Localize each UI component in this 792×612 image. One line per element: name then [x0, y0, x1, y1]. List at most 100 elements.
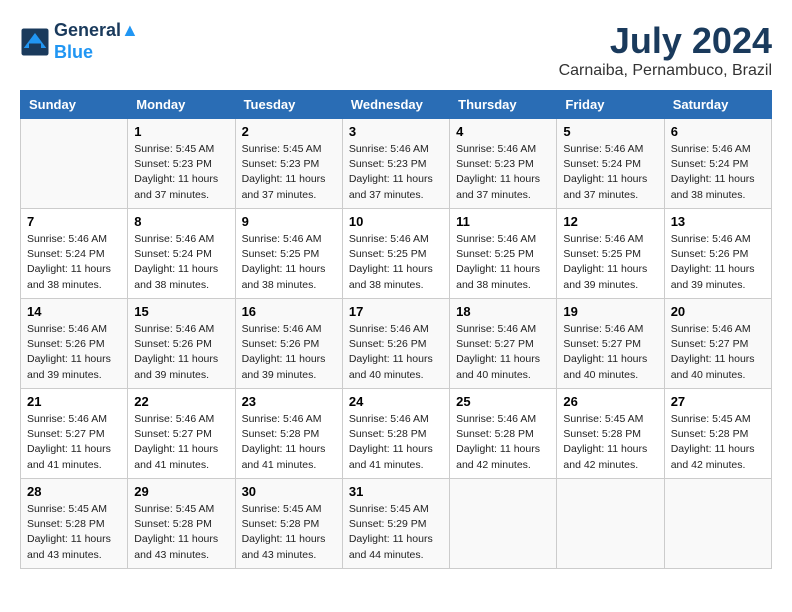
day-number: 21 — [27, 394, 121, 409]
cell-info: Sunrise: 5:46 AMSunset: 5:25 PMDaylight:… — [349, 232, 443, 293]
calendar-header-row: SundayMondayTuesdayWednesdayThursdayFrid… — [21, 91, 772, 119]
day-number: 9 — [242, 214, 336, 229]
calendar-cell: 17 Sunrise: 5:46 AMSunset: 5:26 PMDayligh… — [342, 299, 449, 389]
cell-info: Sunrise: 5:45 AMSunset: 5:28 PMDaylight:… — [242, 502, 336, 563]
calendar-cell: 25 Sunrise: 5:46 AMSunset: 5:28 PMDayligh… — [450, 389, 557, 479]
calendar-week-4: 21 Sunrise: 5:46 AMSunset: 5:27 PMDayligh… — [21, 389, 772, 479]
day-number: 2 — [242, 124, 336, 139]
calendar-cell: 3 Sunrise: 5:46 AMSunset: 5:23 PMDaylight… — [342, 119, 449, 209]
cell-info: Sunrise: 5:45 AMSunset: 5:28 PMDaylight:… — [134, 502, 228, 563]
calendar-cell: 30 Sunrise: 5:45 AMSunset: 5:28 PMDayligh… — [235, 479, 342, 569]
day-number: 7 — [27, 214, 121, 229]
calendar-cell: 14 Sunrise: 5:46 AMSunset: 5:26 PMDayligh… — [21, 299, 128, 389]
calendar-cell — [21, 119, 128, 209]
logo: General▲ Blue — [20, 20, 139, 63]
day-number: 14 — [27, 304, 121, 319]
logo-icon — [20, 27, 50, 57]
cell-info: Sunrise: 5:46 AMSunset: 5:27 PMDaylight:… — [563, 322, 657, 383]
day-number: 13 — [671, 214, 765, 229]
cell-info: Sunrise: 5:46 AMSunset: 5:28 PMDaylight:… — [242, 412, 336, 473]
logo-text: General▲ Blue — [54, 20, 139, 63]
cell-info: Sunrise: 5:46 AMSunset: 5:28 PMDaylight:… — [456, 412, 550, 473]
calendar-cell: 27Sunrise: 5:45 AMSunset: 5:28 PMDayligh… — [664, 389, 771, 479]
calendar-cell: 13 Sunrise: 5:46 AMSunset: 5:26 PMDayligh… — [664, 209, 771, 299]
cell-info: Sunrise: 5:45 AMSunset: 5:28 PMDaylight:… — [27, 502, 121, 563]
cell-info: Sunrise: 5:46 AMSunset: 5:24 PMDaylight:… — [134, 232, 228, 293]
calendar-cell: 10 Sunrise: 5:46 AMSunset: 5:25 PMDayligh… — [342, 209, 449, 299]
calendar-cell: 4 Sunrise: 5:46 AMSunset: 5:23 PMDaylight… — [450, 119, 557, 209]
calendar-cell: 29 Sunrise: 5:45 AMSunset: 5:28 PMDayligh… — [128, 479, 235, 569]
calendar-cell: 1Sunrise: 5:45 AMSunset: 5:23 PMDaylight… — [128, 119, 235, 209]
calendar-cell: 9 Sunrise: 5:46 AMSunset: 5:25 PMDaylight… — [235, 209, 342, 299]
calendar-cell: 20 Sunrise: 5:46 AMSunset: 5:27 PMDayligh… — [664, 299, 771, 389]
day-number: 27 — [671, 394, 765, 409]
cell-info: Sunrise: 5:46 AMSunset: 5:23 PMDaylight:… — [456, 142, 550, 203]
calendar-cell: 28 Sunrise: 5:45 AMSunset: 5:28 PMDayligh… — [21, 479, 128, 569]
day-header-thursday: Thursday — [450, 91, 557, 119]
day-header-saturday: Saturday — [664, 91, 771, 119]
cell-info: Sunrise: 5:46 AMSunset: 5:26 PMDaylight:… — [242, 322, 336, 383]
calendar-cell: 15 Sunrise: 5:46 AMSunset: 5:26 PMDayligh… — [128, 299, 235, 389]
day-header-friday: Friday — [557, 91, 664, 119]
calendar-table: SundayMondayTuesdayWednesdayThursdayFrid… — [20, 90, 772, 569]
cell-info: Sunrise: 5:46 AMSunset: 5:27 PMDaylight:… — [134, 412, 228, 473]
location: Carnaiba, Pernambuco, Brazil — [559, 62, 772, 80]
calendar-cell — [664, 479, 771, 569]
calendar-cell: 8 Sunrise: 5:46 AMSunset: 5:24 PMDaylight… — [128, 209, 235, 299]
day-number: 24 — [349, 394, 443, 409]
cell-info: Sunrise: 5:46 AMSunset: 5:28 PMDaylight:… — [349, 412, 443, 473]
calendar-week-1: 1Sunrise: 5:45 AMSunset: 5:23 PMDaylight… — [21, 119, 772, 209]
title-block: July 2024 Carnaiba, Pernambuco, Brazil — [559, 20, 772, 80]
day-number: 10 — [349, 214, 443, 229]
day-number: 28 — [27, 484, 121, 499]
calendar-cell: 26Sunrise: 5:45 AMSunset: 5:28 PMDayligh… — [557, 389, 664, 479]
calendar-week-5: 28 Sunrise: 5:45 AMSunset: 5:28 PMDayligh… — [21, 479, 772, 569]
cell-info: Sunrise: 5:46 AMSunset: 5:26 PMDaylight:… — [671, 232, 765, 293]
day-number: 30 — [242, 484, 336, 499]
cell-info: Sunrise: 5:46 AMSunset: 5:23 PMDaylight:… — [349, 142, 443, 203]
day-number: 25 — [456, 394, 550, 409]
day-number: 23 — [242, 394, 336, 409]
day-header-monday: Monday — [128, 91, 235, 119]
cell-info: Sunrise: 5:46 AMSunset: 5:25 PMDaylight:… — [242, 232, 336, 293]
day-header-tuesday: Tuesday — [235, 91, 342, 119]
cell-info: Sunrise: 5:46 AMSunset: 5:26 PMDaylight:… — [349, 322, 443, 383]
cell-info: Sunrise: 5:46 AMSunset: 5:25 PMDaylight:… — [456, 232, 550, 293]
calendar-week-3: 14 Sunrise: 5:46 AMSunset: 5:26 PMDayligh… — [21, 299, 772, 389]
cell-info: Sunrise: 5:45 AMSunset: 5:23 PMDaylight:… — [242, 142, 336, 203]
month-title: July 2024 — [559, 20, 772, 62]
day-number: 16 — [242, 304, 336, 319]
cell-info: Sunrise: 5:46 AMSunset: 5:25 PMDaylight:… — [563, 232, 657, 293]
calendar-cell: 19 Sunrise: 5:46 AMSunset: 5:27 PMDayligh… — [557, 299, 664, 389]
page-header: General▲ Blue July 2024 Carnaiba, Pernam… — [20, 20, 772, 80]
day-number: 8 — [134, 214, 228, 229]
day-number: 31 — [349, 484, 443, 499]
day-number: 6 — [671, 124, 765, 139]
day-number: 22 — [134, 394, 228, 409]
calendar-cell: 12 Sunrise: 5:46 AMSunset: 5:25 PMDayligh… — [557, 209, 664, 299]
calendar-cell: 16 Sunrise: 5:46 AMSunset: 5:26 PMDayligh… — [235, 299, 342, 389]
day-number: 3 — [349, 124, 443, 139]
calendar-week-2: 7 Sunrise: 5:46 AMSunset: 5:24 PMDaylight… — [21, 209, 772, 299]
cell-info: Sunrise: 5:46 AMSunset: 5:26 PMDaylight:… — [27, 322, 121, 383]
calendar-body: 1Sunrise: 5:45 AMSunset: 5:23 PMDaylight… — [21, 119, 772, 569]
day-number: 15 — [134, 304, 228, 319]
cell-info: Sunrise: 5:45 AMSunset: 5:29 PMDaylight:… — [349, 502, 443, 563]
day-number: 12 — [563, 214, 657, 229]
day-number: 19 — [563, 304, 657, 319]
calendar-cell: 23 Sunrise: 5:46 AMSunset: 5:28 PMDayligh… — [235, 389, 342, 479]
day-number: 17 — [349, 304, 443, 319]
day-number: 11 — [456, 214, 550, 229]
calendar-cell: 7Sunrise: 5:46 AMSunset: 5:24 PMDaylight… — [21, 209, 128, 299]
cell-info: Sunrise: 5:46 AMSunset: 5:26 PMDaylight:… — [134, 322, 228, 383]
calendar-cell: 24 Sunrise: 5:46 AMSunset: 5:28 PMDayligh… — [342, 389, 449, 479]
cell-info: Sunrise: 5:46 AMSunset: 5:27 PMDaylight:… — [671, 322, 765, 383]
day-number: 29 — [134, 484, 228, 499]
calendar-cell: 18Sunrise: 5:46 AMSunset: 5:27 PMDayligh… — [450, 299, 557, 389]
day-number: 26 — [563, 394, 657, 409]
cell-info: Sunrise: 5:46 AMSunset: 5:24 PMDaylight:… — [563, 142, 657, 203]
day-number: 20 — [671, 304, 765, 319]
cell-info: Sunrise: 5:45 AMSunset: 5:23 PMDaylight:… — [134, 142, 228, 203]
day-header-wednesday: Wednesday — [342, 91, 449, 119]
day-number: 4 — [456, 124, 550, 139]
